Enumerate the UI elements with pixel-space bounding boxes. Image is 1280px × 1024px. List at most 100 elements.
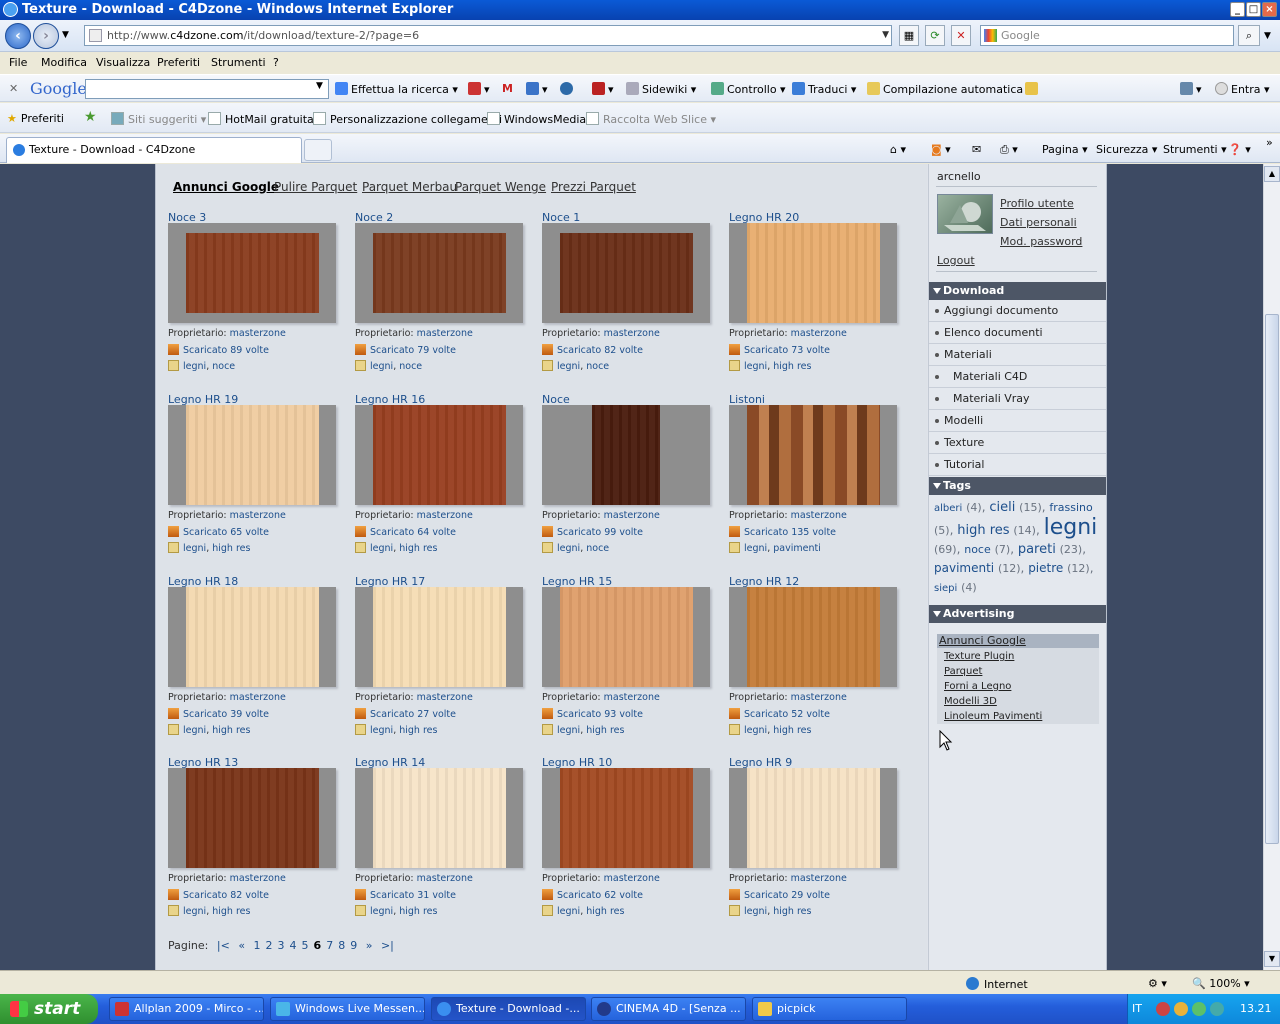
download-count[interactable]: Scaricato 62 volte: [557, 890, 643, 901]
close-button[interactable]: ×: [1262, 2, 1277, 17]
sidebar-item-materiali-c4d[interactable]: Materiali C4D: [929, 366, 1106, 388]
download-count[interactable]: Scaricato 27 volte: [370, 709, 456, 720]
texture-thumbnail[interactable]: [168, 223, 336, 323]
owner-link[interactable]: masterzone: [230, 510, 286, 521]
tag-link[interactable]: legni: [744, 361, 767, 372]
texture-thumbnail[interactable]: [542, 587, 710, 687]
pager-page-link[interactable]: 7: [326, 939, 333, 952]
owner-link[interactable]: masterzone: [230, 873, 286, 884]
owner-link[interactable]: masterzone: [417, 510, 473, 521]
translate-button[interactable]: Traduci ▾: [792, 82, 856, 96]
owner-link[interactable]: masterzone: [791, 692, 847, 703]
owner-link[interactable]: masterzone: [604, 510, 660, 521]
spellcheck-button[interactable]: Controllo ▾: [711, 82, 786, 96]
tag-cloud-link[interactable]: legni: [1044, 515, 1098, 540]
sidebar-item-aggiungi-documento[interactable]: Aggiungi documento: [929, 300, 1106, 322]
tag-link[interactable]: high res: [586, 725, 624, 736]
owner-link[interactable]: masterzone: [417, 328, 473, 339]
task-messenger[interactable]: Windows Live Messen...: [270, 997, 425, 1021]
texture-thumbnail[interactable]: [729, 587, 897, 687]
download-count[interactable]: Scaricato 79 volte: [370, 345, 456, 356]
owner-link[interactable]: masterzone: [230, 328, 286, 339]
tag-link[interactable]: high res: [212, 725, 250, 736]
tag-link[interactable]: noce: [212, 361, 235, 372]
sidebar-item-materiali-vray[interactable]: Materiali Vray: [929, 388, 1106, 410]
tag-link[interactable]: legni: [557, 543, 580, 554]
pager-page-link[interactable]: 1: [254, 939, 261, 952]
language-indicator[interactable]: IT: [1132, 994, 1142, 1024]
tag-link[interactable]: high res: [773, 906, 811, 917]
owner-link[interactable]: masterzone: [417, 873, 473, 884]
tag-link[interactable]: legni: [370, 543, 393, 554]
download-count[interactable]: Scaricato 39 volte: [183, 709, 269, 720]
tag-link[interactable]: legni: [557, 361, 580, 372]
tag-link[interactable]: noce: [586, 543, 609, 554]
owner-link[interactable]: masterzone: [604, 873, 660, 884]
tag-link[interactable]: high res: [773, 725, 811, 736]
texture-thumbnail[interactable]: [729, 405, 897, 505]
pager-page-link[interactable]: 3: [278, 939, 285, 952]
tag-cloud-link[interactable]: pavimenti: [934, 561, 994, 575]
task-picpick[interactable]: picpick: [752, 997, 907, 1021]
close-toolbar-icon[interactable]: ✕: [9, 82, 18, 95]
address-dropdown-icon[interactable]: ▼: [882, 26, 889, 45]
ad-link[interactable]: Parquet Wenge: [455, 180, 546, 194]
tag-cloud-link[interactable]: frassino: [1049, 501, 1092, 514]
texture-thumbnail[interactable]: [168, 768, 336, 868]
protected-mode-icon[interactable]: ⚙ ▾: [1148, 977, 1167, 990]
ad-box-link[interactable]: Parquet: [944, 666, 982, 677]
pager-next[interactable]: »: [366, 939, 373, 952]
tag-cloud-link[interactable]: cieli: [989, 500, 1015, 515]
zoom-control[interactable]: 🔍 100% ▾: [1192, 977, 1250, 990]
tag-link[interactable]: legni: [183, 906, 206, 917]
sicurezza-menu[interactable]: Sicurezza ▾: [1096, 143, 1157, 156]
tab-texture-download[interactable]: Texture - Download - C4Dzone: [6, 137, 302, 163]
minimize-button[interactable]: _: [1230, 2, 1245, 17]
new-tab-button[interactable]: [304, 139, 332, 161]
texture-thumbnail[interactable]: [542, 223, 710, 323]
tag-link[interactable]: legni: [744, 725, 767, 736]
menu-preferiti[interactable]: Preferiti: [157, 56, 200, 69]
fav-raccolta[interactable]: Raccolta Web Slice ▾: [586, 112, 716, 126]
popup-blocker-icon[interactable]: ▾: [592, 82, 614, 96]
logout-link[interactable]: Logout: [937, 254, 975, 267]
download-count[interactable]: Scaricato 82 volte: [557, 345, 643, 356]
autofill-button[interactable]: Compilazione automatica ▾: [867, 82, 1032, 96]
pencil-icon[interactable]: [1025, 82, 1041, 96]
back-button[interactable]: ‹: [5, 23, 31, 49]
task-allplan[interactable]: Allplan 2009 - Mirco - ...: [109, 997, 264, 1021]
tags-header[interactable]: Tags: [929, 477, 1106, 495]
pager-first[interactable]: |<: [217, 939, 230, 952]
print-button[interactable]: ⎙ ▾: [1000, 143, 1018, 157]
sidewiki-button[interactable]: Sidewiki ▾: [626, 82, 696, 96]
pager-page-link[interactable]: 9: [350, 939, 357, 952]
gmail-icon[interactable]: M: [502, 82, 513, 95]
ad-box-title[interactable]: Annunci Google: [937, 634, 1099, 648]
pager-last[interactable]: >|: [381, 939, 394, 952]
sidebar-item-tutorial[interactable]: Tutorial: [929, 454, 1106, 476]
texture-thumbnail[interactable]: [355, 223, 523, 323]
google-box-dropdown-icon[interactable]: ▼: [316, 81, 323, 91]
tag-link[interactable]: high res: [399, 725, 437, 736]
tag-link[interactable]: legni: [183, 361, 206, 372]
fav-hotmail[interactable]: HotMail gratuita: [208, 112, 314, 126]
forward-button[interactable]: ›: [33, 23, 59, 49]
ad-link[interactable]: Prezzi Parquet: [551, 180, 636, 194]
home-button[interactable]: ⌂ ▾: [890, 143, 906, 156]
scroll-down-icon[interactable]: ▼: [1264, 951, 1280, 967]
texture-thumbnail[interactable]: [542, 405, 710, 505]
menu-strumenti[interactable]: Strumenti: [211, 56, 266, 69]
tag-cloud-link[interactable]: high res: [957, 523, 1009, 538]
pager-page-link[interactable]: 8: [338, 939, 345, 952]
history-dropdown-icon[interactable]: ▼: [62, 30, 69, 40]
search-input[interactable]: Google: [980, 25, 1234, 46]
bookmark-icon[interactable]: ▾: [468, 82, 490, 96]
plus-icon[interactable]: ▾: [526, 82, 548, 96]
tag-link[interactable]: legni: [183, 725, 206, 736]
task-cinema4d[interactable]: CINEMA 4D - [Senza ...: [591, 997, 746, 1021]
tag-link[interactable]: noce: [586, 361, 609, 372]
download-count[interactable]: Scaricato 89 volte: [183, 345, 269, 356]
sidebar-item-materiali[interactable]: Materiali: [929, 344, 1106, 366]
pagina-menu[interactable]: Pagina ▾: [1042, 143, 1088, 156]
owner-link[interactable]: masterzone: [417, 692, 473, 703]
